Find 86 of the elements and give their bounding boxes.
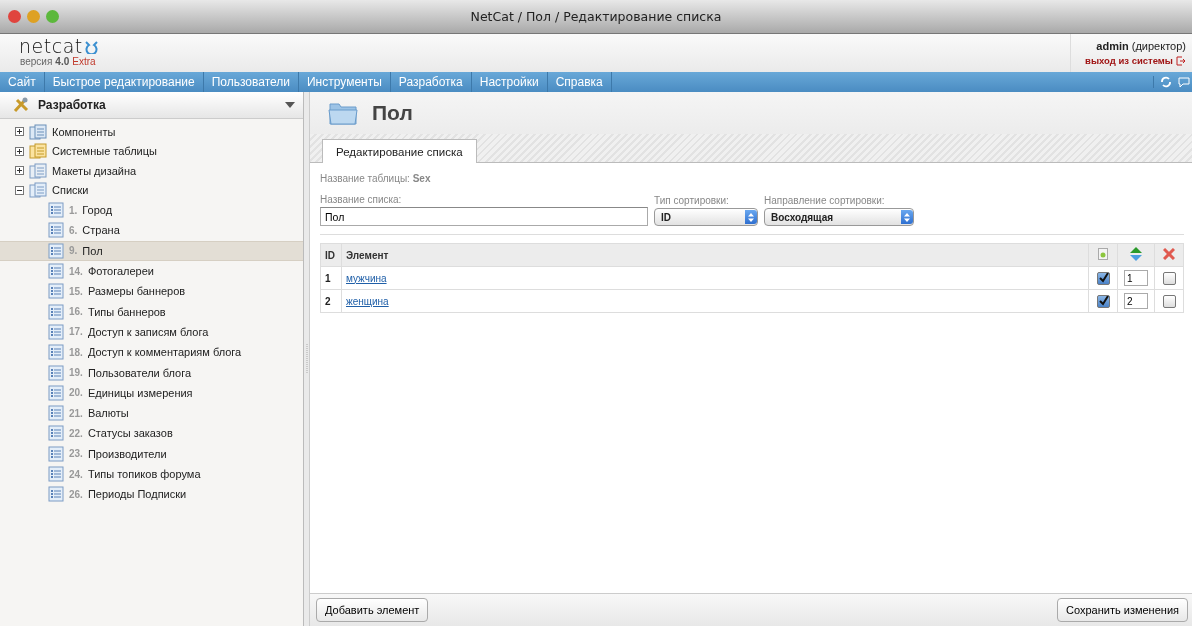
tree-item[interactable]: 15. Размеры баннеров (0, 281, 304, 302)
list-icon (48, 425, 64, 442)
list-icon (48, 364, 64, 381)
window-title: NetCat / Пол / Редактирование списка (470, 9, 722, 24)
tree-item[interactable]: 9. Пол (0, 240, 304, 261)
tree-item[interactable]: Системные таблицы (52, 145, 157, 158)
element-link[interactable]: женщина (346, 295, 389, 307)
tree-item[interactable]: 1. Город (0, 200, 304, 221)
list-icon (48, 323, 64, 340)
tree-item[interactable]: 23. Производители (0, 443, 304, 464)
document-stack-icon (29, 162, 47, 179)
tree-item[interactable]: Списки (52, 184, 89, 197)
save-changes-button[interactable]: Сохранить изменения (1057, 598, 1188, 622)
cat-head-icon (83, 39, 99, 54)
tree-item[interactable]: 14. Фотогалереи (0, 260, 304, 282)
table-name-text: Название таблицы: Sex (320, 173, 432, 184)
list-icon (48, 344, 64, 361)
field-label: Тип сортировки: (654, 195, 730, 206)
tools-icon (12, 97, 30, 113)
folder-icon (328, 100, 358, 126)
sort-direction-dropdown[interactable]: Восходящая (764, 208, 914, 226)
tree-item[interactable]: 22. Статусы заказов (0, 423, 304, 444)
delete-checkbox[interactable] (1162, 294, 1176, 308)
list-icon (48, 202, 64, 219)
tab[interactable]: Редактирование списка (322, 139, 477, 163)
refresh-icon[interactable] (1160, 76, 1172, 88)
field-label: Направление сортировки: (764, 195, 886, 206)
list-icon (48, 445, 64, 462)
tree-item[interactable]: 20. Единицы измерения (0, 382, 304, 403)
tree-item[interactable]: 24. Типы топиков форума (0, 463, 304, 485)
tree-item[interactable]: 18. Доступ к комментариям блога (0, 342, 304, 363)
logo-text: netcat (19, 37, 83, 56)
tree-item[interactable]: Макеты дизайна (52, 164, 137, 177)
list-icon (48, 384, 64, 401)
priority-field[interactable]: 1 (1124, 270, 1148, 286)
checkbox[interactable] (1096, 294, 1110, 308)
version-label: версия (20, 56, 53, 67)
version-number: 4.0 (55, 56, 70, 67)
element-link[interactable]: мужчина (346, 272, 387, 284)
sort-type-dropdown[interactable]: ID (654, 208, 758, 226)
close-button[interactable] (8, 10, 21, 23)
delete-checkbox[interactable] (1162, 271, 1176, 285)
exit-icon (1176, 55, 1186, 66)
list-icon (48, 303, 64, 320)
expand-toggle[interactable] (15, 166, 24, 176)
expand-toggle[interactable] (15, 127, 24, 137)
delete-x-icon (1163, 248, 1175, 260)
list-icon (48, 283, 64, 300)
edition-label: Extra (72, 56, 96, 67)
sort-arrows-icon (1130, 247, 1142, 261)
logout-link[interactable]: выход из системы (1085, 55, 1173, 66)
speech-bubble-icon[interactable] (1178, 76, 1190, 88)
tree-item[interactable]: 6. Страна (0, 220, 304, 241)
checkbox[interactable] (1096, 271, 1110, 285)
list-icon (48, 263, 64, 280)
id-cell: 2 (320, 289, 342, 313)
document-stack-icon (29, 182, 47, 199)
updown-arrows-icon (904, 212, 910, 222)
collapse-toggle[interactable] (15, 185, 24, 195)
add-element-button[interactable]: Добавить элемент (316, 598, 429, 622)
list-icon (48, 486, 64, 503)
tree-item[interactable]: 19. Пользователи блога (0, 362, 304, 383)
list-icon (48, 405, 64, 422)
column-header: Элемент (341, 243, 1089, 267)
list-icon (48, 222, 64, 239)
list-icon (48, 466, 64, 482)
document-icon (1098, 248, 1108, 260)
id-cell: 1 (320, 266, 342, 290)
tree-item[interactable]: Компоненты (52, 125, 116, 138)
list-icon (48, 242, 64, 259)
table-stack-icon (29, 143, 47, 160)
tree-item[interactable]: 17. Доступ к записям блога (0, 321, 304, 343)
expand-toggle[interactable] (15, 146, 24, 156)
document-stack-icon (29, 123, 47, 140)
priority-field[interactable]: 2 (1124, 293, 1148, 309)
tree-item[interactable]: 16. Типы баннеров (0, 301, 304, 322)
user-name: admin (директор) (1096, 40, 1186, 52)
column-header: ID (320, 243, 342, 267)
list-name-field[interactable]: Пол (320, 207, 648, 226)
field-label: Название списка: (320, 194, 403, 205)
page-title: Пол (372, 101, 413, 125)
sidebar-title: Разработка (38, 98, 107, 112)
dropdown-caret-icon[interactable] (285, 102, 296, 108)
tree-item[interactable]: 26. Периоды Подписки (0, 484, 304, 505)
tree-item[interactable]: 21. Валюты (0, 402, 304, 424)
updown-arrows-icon (748, 212, 754, 222)
